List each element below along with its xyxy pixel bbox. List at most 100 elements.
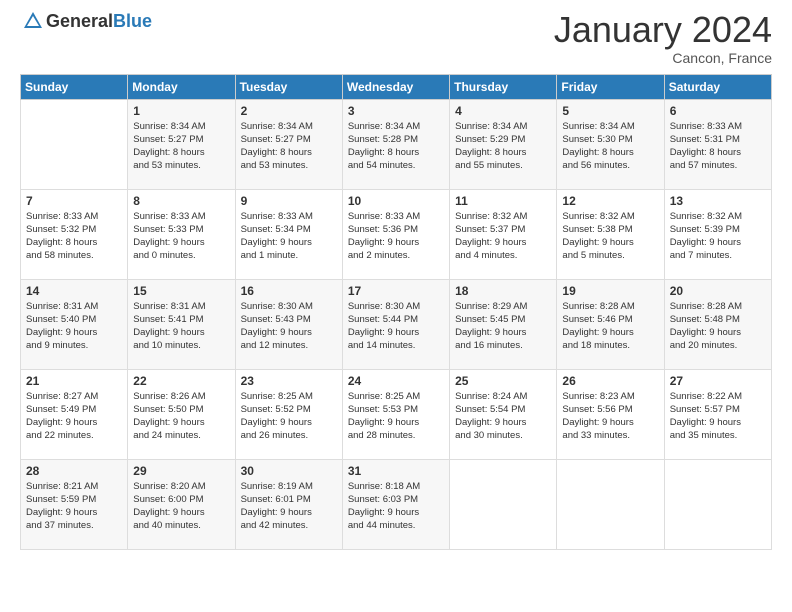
day-number: 18: [455, 284, 551, 298]
calendar-cell: 22 Sunrise: 8:26 AMSunset: 5:50 PMDayligh…: [128, 369, 235, 459]
day-number: 22: [133, 374, 229, 388]
calendar-cell: 16Sunrise: 8:30 AMSunset: 5:43 PMDayligh…: [235, 279, 342, 369]
day-info: Sunrise: 8:20 AMSunset: 6:00 PMDaylight:…: [133, 480, 229, 533]
calendar-cell: 26 Sunrise: 8:23 AMSunset: 5:56 PMDayligh…: [557, 369, 664, 459]
calendar-cell: [557, 459, 664, 549]
calendar-header-row: Sunday Monday Tuesday Wednesday Thursday…: [21, 74, 772, 99]
day-number: 7: [26, 194, 122, 208]
day-info: Sunrise: 8:34 AMSunset: 5:28 PMDaylight:…: [348, 120, 444, 173]
day-info: Sunrise: 8:34 AMSunset: 5:27 PMDaylight:…: [241, 120, 337, 173]
day-number: 23: [241, 374, 337, 388]
calendar-cell: 21 Sunrise: 8:27 AMSunset: 5:49 PMDayligh…: [21, 369, 128, 459]
col-wednesday: Wednesday: [342, 74, 449, 99]
col-tuesday: Tuesday: [235, 74, 342, 99]
calendar-cell: 20 Sunrise: 8:28 AMSunset: 5:48 PMDayligh…: [664, 279, 771, 369]
day-info: Sunrise: 8:32 AMSunset: 5:39 PMDaylight:…: [670, 210, 766, 263]
day-number: 5: [562, 104, 658, 118]
day-number: 12: [562, 194, 658, 208]
day-info: Sunrise: 8:33 AMSunset: 5:33 PMDaylight:…: [133, 210, 229, 263]
day-info: Sunrise: 8:33 AMSunset: 5:36 PMDaylight:…: [348, 210, 444, 263]
title-section: January 2024 Cancon, France: [554, 10, 772, 66]
day-number: 2: [241, 104, 337, 118]
col-sunday: Sunday: [21, 74, 128, 99]
day-number: 26: [562, 374, 658, 388]
calendar-cell: 25Sunrise: 8:24 AMSunset: 5:54 PMDayligh…: [450, 369, 557, 459]
day-info: Sunrise: 8:33 AMSunset: 5:32 PMDaylight:…: [26, 210, 122, 263]
day-number: 31: [348, 464, 444, 478]
day-info: Sunrise: 8:24 AMSunset: 5:54 PMDaylight:…: [455, 390, 551, 443]
day-info: Sunrise: 8:34 AMSunset: 5:29 PMDaylight:…: [455, 120, 551, 173]
calendar-week-row: 21 Sunrise: 8:27 AMSunset: 5:49 PMDayligh…: [21, 369, 772, 459]
calendar-cell: 9 Sunrise: 8:33 AMSunset: 5:34 PMDaylight…: [235, 189, 342, 279]
calendar-cell: 31 Sunrise: 8:18 AMSunset: 6:03 PMDayligh…: [342, 459, 449, 549]
day-number: 13: [670, 194, 766, 208]
day-number: 8: [133, 194, 229, 208]
day-number: 27: [670, 374, 766, 388]
day-info: Sunrise: 8:30 AMSunset: 5:44 PMDaylight:…: [348, 300, 444, 353]
calendar-cell: 8 Sunrise: 8:33 AMSunset: 5:33 PMDaylight…: [128, 189, 235, 279]
calendar-week-row: 7 Sunrise: 8:33 AMSunset: 5:32 PMDaylight…: [21, 189, 772, 279]
calendar-cell: 17 Sunrise: 8:30 AMSunset: 5:44 PMDayligh…: [342, 279, 449, 369]
col-saturday: Saturday: [664, 74, 771, 99]
day-number: 4: [455, 104, 551, 118]
day-number: 24: [348, 374, 444, 388]
day-info: Sunrise: 8:28 AMSunset: 5:46 PMDaylight:…: [562, 300, 658, 353]
day-number: 21: [26, 374, 122, 388]
day-info: Sunrise: 8:28 AMSunset: 5:48 PMDaylight:…: [670, 300, 766, 353]
day-number: 9: [241, 194, 337, 208]
day-number: 15: [133, 284, 229, 298]
day-number: 1: [133, 104, 229, 118]
calendar-cell: 7 Sunrise: 8:33 AMSunset: 5:32 PMDaylight…: [21, 189, 128, 279]
day-number: 10: [348, 194, 444, 208]
calendar-cell: [664, 459, 771, 549]
calendar-cell: 13 Sunrise: 8:32 AMSunset: 5:39 PMDayligh…: [664, 189, 771, 279]
calendar-cell: [450, 459, 557, 549]
page: GeneralBlue January 2024 Cancon, France …: [0, 0, 792, 612]
month-title: January 2024: [554, 10, 772, 50]
calendar-week-row: 28 Sunrise: 8:21 AMSunset: 5:59 PMDayligh…: [21, 459, 772, 549]
calendar-cell: 23Sunrise: 8:25 AMSunset: 5:52 PMDayligh…: [235, 369, 342, 459]
calendar-week-row: 1 Sunrise: 8:34 AMSunset: 5:27 PMDaylight…: [21, 99, 772, 189]
day-info: Sunrise: 8:31 AMSunset: 5:40 PMDaylight:…: [26, 300, 122, 353]
day-info: Sunrise: 8:26 AMSunset: 5:50 PMDaylight:…: [133, 390, 229, 443]
calendar-cell: 11Sunrise: 8:32 AMSunset: 5:37 PMDayligh…: [450, 189, 557, 279]
col-thursday: Thursday: [450, 74, 557, 99]
day-info: Sunrise: 8:32 AMSunset: 5:37 PMDaylight:…: [455, 210, 551, 263]
calendar-cell: 18 Sunrise: 8:29 AMSunset: 5:45 PMDayligh…: [450, 279, 557, 369]
logo-icon: [22, 10, 44, 32]
day-info: Sunrise: 8:34 AMSunset: 5:27 PMDaylight:…: [133, 120, 229, 173]
calendar-week-row: 14 Sunrise: 8:31 AMSunset: 5:40 PMDayligh…: [21, 279, 772, 369]
calendar-cell: 10 Sunrise: 8:33 AMSunset: 5:36 PMDayligh…: [342, 189, 449, 279]
day-info: Sunrise: 8:25 AMSunset: 5:53 PMDaylight:…: [348, 390, 444, 443]
day-info: Sunrise: 8:21 AMSunset: 5:59 PMDaylight:…: [26, 480, 122, 533]
day-number: 28: [26, 464, 122, 478]
col-monday: Monday: [128, 74, 235, 99]
calendar-cell: 3 Sunrise: 8:34 AMSunset: 5:28 PMDaylight…: [342, 99, 449, 189]
day-info: Sunrise: 8:33 AMSunset: 5:34 PMDaylight:…: [241, 210, 337, 263]
logo: GeneralBlue: [20, 10, 152, 32]
day-number: 19: [562, 284, 658, 298]
day-info: Sunrise: 8:29 AMSunset: 5:45 PMDaylight:…: [455, 300, 551, 353]
calendar-cell: 12 Sunrise: 8:32 AMSunset: 5:38 PMDayligh…: [557, 189, 664, 279]
calendar-cell: 28 Sunrise: 8:21 AMSunset: 5:59 PMDayligh…: [21, 459, 128, 549]
calendar-cell: 15Sunrise: 8:31 AMSunset: 5:41 PMDayligh…: [128, 279, 235, 369]
day-info: Sunrise: 8:34 AMSunset: 5:30 PMDaylight:…: [562, 120, 658, 173]
calendar-cell: 27Sunrise: 8:22 AMSunset: 5:57 PMDayligh…: [664, 369, 771, 459]
day-number: 20: [670, 284, 766, 298]
day-number: 6: [670, 104, 766, 118]
day-info: Sunrise: 8:27 AMSunset: 5:49 PMDaylight:…: [26, 390, 122, 443]
day-info: Sunrise: 8:30 AMSunset: 5:43 PMDaylight:…: [241, 300, 337, 353]
calendar-cell: 29 Sunrise: 8:20 AMSunset: 6:00 PMDayligh…: [128, 459, 235, 549]
day-info: Sunrise: 8:23 AMSunset: 5:56 PMDaylight:…: [562, 390, 658, 443]
calendar-table: Sunday Monday Tuesday Wednesday Thursday…: [20, 74, 772, 550]
day-number: 17: [348, 284, 444, 298]
day-info: Sunrise: 8:18 AMSunset: 6:03 PMDaylight:…: [348, 480, 444, 533]
day-number: 29: [133, 464, 229, 478]
logo-general: GeneralBlue: [46, 11, 152, 32]
day-number: 3: [348, 104, 444, 118]
day-info: Sunrise: 8:32 AMSunset: 5:38 PMDaylight:…: [562, 210, 658, 263]
calendar-cell: 4 Sunrise: 8:34 AMSunset: 5:29 PMDaylight…: [450, 99, 557, 189]
day-info: Sunrise: 8:19 AMSunset: 6:01 PMDaylight:…: [241, 480, 337, 533]
header: GeneralBlue January 2024 Cancon, France: [20, 10, 772, 66]
day-number: 14: [26, 284, 122, 298]
